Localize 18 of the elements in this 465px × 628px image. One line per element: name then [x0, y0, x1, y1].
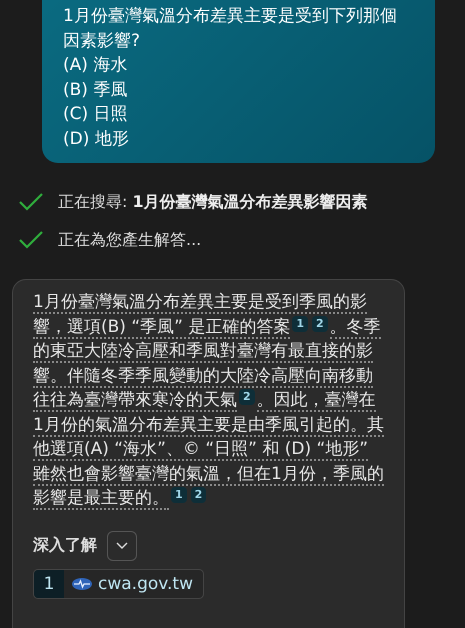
citation-link[interactable]: 2 — [190, 487, 206, 503]
question-text: (A) 海水 — [63, 54, 128, 77]
question-text: (B) 季風 — [63, 78, 128, 102]
citation-link[interactable]: 1 — [292, 316, 308, 332]
expand-button[interactable] — [107, 530, 137, 560]
learn-more-label: 深入了解 — [33, 535, 97, 556]
question-text: (D) 地形 — [63, 128, 130, 150]
source-link[interactable]: 1 cwa.gov.tw — [33, 568, 204, 598]
citation-link[interactable]: 2 — [312, 316, 328, 332]
status-text: 正在為您產生解答... — [58, 230, 202, 250]
question-text: (C) 日照 — [63, 103, 129, 126]
status-text: 正在搜尋: 1月份臺灣氣溫分布差異影響因素 — [58, 192, 368, 212]
citation-link[interactable]: 2 — [239, 389, 255, 405]
question-text: 1月份臺灣氣溫分布差異主要是受到下列那個因素影響? — [63, 5, 398, 52]
answer-text: 1月份臺灣氣溫分布差異主要是受到季風的影響，選項(B) “季風” 是正確的答案 1 2 。冬季的東亞大陸冷高壓和季風對臺灣有最直接的影響。伴隨冬季季風變動的大陸冷高壓向南移動往往為臺灣帶來寒冷的天氣 2 。因此，臺灣在1月份的氣溫分布差異主要是由季風引起的。其他選項(A) “海水”、© “日照” 和 (D) “地形” 雖然也會影響臺灣的氣溫，但在1月份，季風的影響是最主要的。 1 2 — [33, 291, 385, 510]
chevron-icon — [116, 542, 128, 550]
citation-link[interactable]: 1 — [171, 487, 187, 503]
wave-logo-icon — [72, 578, 92, 590]
